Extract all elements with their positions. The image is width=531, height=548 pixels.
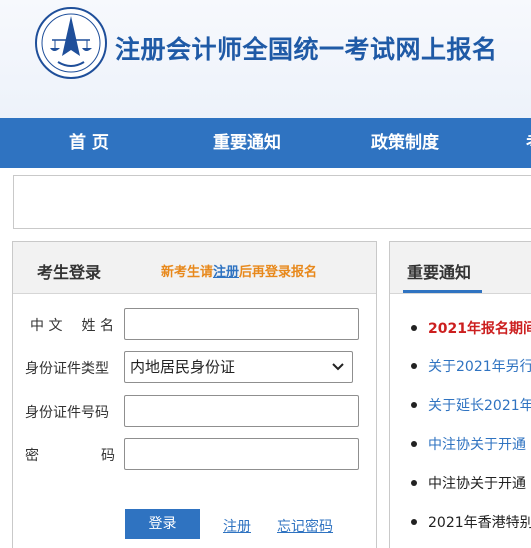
cicpa-logo-icon <box>35 7 107 79</box>
password-label: 密 码 <box>25 445 115 465</box>
main-nav: 首 页 重要通知 政策制度 考 <box>0 118 531 168</box>
login-panel-header: 考生登录 新考生请注册后再登录报名 <box>13 242 376 294</box>
bullet-icon <box>411 325 417 331</box>
notice-item[interactable]: 中注协关于开通 <box>390 473 531 493</box>
bullet-icon <box>411 480 417 486</box>
chevron-down-icon <box>332 363 344 371</box>
login-title: 考生登录 <box>37 263 102 282</box>
notice-panel-header: 重要通知 <box>390 242 531 294</box>
notice-item-text[interactable]: 2021年报名期间 <box>428 318 531 338</box>
password-label-part2: 码 <box>101 448 115 464</box>
notice-item[interactable]: 2021年报名期间 <box>390 318 531 338</box>
bullet-icon <box>411 402 417 408</box>
site-title: 注册会计师全国统一考试网上报名 <box>115 35 498 64</box>
name-input[interactable] <box>124 308 359 340</box>
bullet-icon <box>411 519 417 525</box>
notice-item-text[interactable]: 关于2021年另行 <box>428 356 531 376</box>
id-number-row: 身份证件号码 <box>13 395 378 427</box>
hint-prefix: 新考生请 <box>161 265 214 280</box>
notice-item-text[interactable]: 中注协关于开通 <box>428 434 526 454</box>
notice-item-text[interactable]: 中注协关于开通 <box>428 473 526 493</box>
page-header: 注册会计师全国统一考试网上报名 <box>0 0 531 118</box>
bullet-icon <box>411 441 417 447</box>
id-type-row: 身份证件类型 内地居民身份证 <box>13 351 378 383</box>
id-type-label: 身份证件类型 <box>25 361 109 377</box>
id-type-select[interactable]: 内地居民身份证 <box>124 351 353 383</box>
password-label-part1: 密 <box>25 448 39 464</box>
login-panel: 考生登录 新考生请注册后再登录报名 中 文 姓 名 身份证件类型 内地居民身份证… <box>12 241 377 548</box>
hint-suffix: 后再登录报名 <box>239 265 318 280</box>
name-row: 中 文 姓 名 <box>13 308 378 340</box>
password-input[interactable] <box>124 438 359 470</box>
notice-title-underline <box>403 290 482 293</box>
id-number-label: 身份证件号码 <box>25 405 109 421</box>
nav-item-notices[interactable]: 重要通知 <box>213 118 281 168</box>
password-row: 密 码 <box>13 438 378 470</box>
name-label: 中 文 姓 名 <box>30 315 114 335</box>
id-type-selected: 内地居民身份证 <box>130 358 236 376</box>
login-hint: 新考生请注册后再登录报名 <box>161 261 317 280</box>
nav-item-policies[interactable]: 政策制度 <box>371 118 439 168</box>
name-label-part1: 中 文 <box>30 318 63 334</box>
notice-item-text[interactable]: 关于延长2021年 <box>428 395 531 415</box>
nav-item-home[interactable]: 首 页 <box>69 118 109 168</box>
notice-item[interactable]: 关于2021年另行 <box>390 356 531 376</box>
notice-item-text[interactable]: 2021年香港特别 <box>428 512 531 532</box>
login-button[interactable]: 登录 <box>125 509 200 539</box>
bullet-icon <box>411 363 417 369</box>
register-link[interactable]: 注册 <box>223 516 251 536</box>
nav-item-exam[interactable]: 考 <box>526 118 531 168</box>
hint-register-link[interactable]: 注册 <box>213 265 239 280</box>
id-number-input[interactable] <box>124 395 359 427</box>
notice-item[interactable]: 关于延长2021年 <box>390 395 531 415</box>
notice-item[interactable]: 中注协关于开通 <box>390 434 531 454</box>
forgot-password-link[interactable]: 忘记密码 <box>277 516 333 536</box>
notice-item[interactable]: 2021年香港特别 <box>390 512 531 532</box>
info-strip <box>13 175 531 229</box>
notice-title: 重要通知 <box>407 263 472 282</box>
notice-panel: 重要通知 2021年报名期间 关于2021年另行 关于延长2021年 中注协关于开通中… <box>389 241 531 548</box>
name-label-part2: 姓 名 <box>81 318 114 334</box>
